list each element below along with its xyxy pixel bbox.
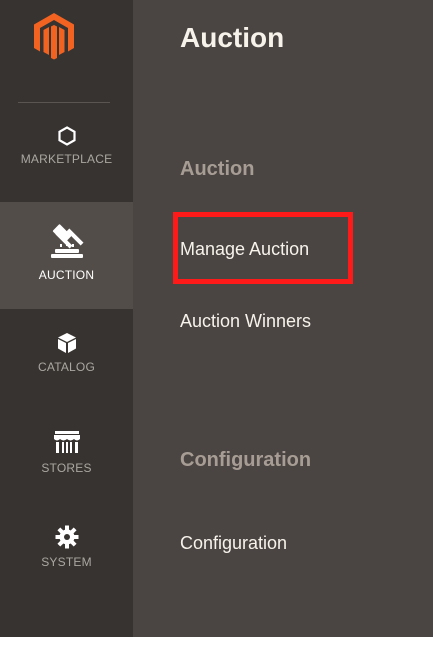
box-icon	[57, 333, 76, 353]
sidebar-item-catalog[interactable]: CATALOG	[0, 326, 133, 400]
sidebar-item-label: MARKETPLACE	[20, 152, 113, 166]
sidebar-item-stores[interactable]: STORES	[0, 423, 133, 497]
sidebar-item-auction[interactable]: AUCTION	[0, 202, 133, 309]
auction-submenu-panel: Auction Auction Manage Auction Auction W…	[133, 0, 433, 637]
sidebar-item-label: CATALOG	[38, 360, 95, 374]
configuration-link[interactable]: Configuration	[180, 533, 287, 554]
admin-menu-screenshot: MARKETPLACE AUCTION CATALOG STORES SYSTE…	[0, 0, 433, 659]
magento-logo-icon[interactable]	[31, 12, 77, 60]
sidebar-divider	[18, 102, 110, 103]
submenu-section-title: Configuration	[180, 449, 312, 471]
sidebar-item-label: SYSTEM	[41, 555, 92, 569]
sidebar-item-label: STORES	[41, 461, 92, 475]
sidebar-item-marketplace[interactable]: MARKETPLACE	[0, 118, 133, 192]
submenu-section-title: Auction	[180, 158, 255, 180]
sidebar-item-label: AUCTION	[38, 268, 95, 282]
admin-sidebar: MARKETPLACE AUCTION CATALOG STORES SYSTE…	[0, 0, 133, 637]
highlight-annotation-box	[173, 212, 353, 284]
gavel-icon	[50, 224, 83, 258]
gear-icon	[55, 525, 78, 549]
storefront-icon	[53, 431, 80, 453]
sidebar-item-system[interactable]: SYSTEM	[0, 519, 133, 593]
hexagon-icon	[57, 126, 76, 146]
submenu-title: Auction	[180, 22, 285, 53]
auction-winners-link[interactable]: Auction Winners	[180, 311, 311, 332]
